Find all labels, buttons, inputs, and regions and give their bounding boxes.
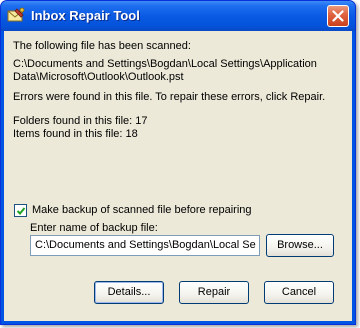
dialog-body: The following file has been scanned: C:\… <box>4 31 352 321</box>
file-path-line-2: Data\Microsoft\Outlook\Outlook.pst <box>13 71 184 83</box>
checkmark-icon <box>16 207 26 215</box>
backup-checkbox[interactable] <box>14 204 27 217</box>
scanned-heading: The following file has been scanned: <box>13 40 191 52</box>
envelope-repair-icon <box>7 7 25 25</box>
folders-found: Folders found in this file: 17 <box>13 115 148 127</box>
backup-checkbox-label[interactable]: Make backup of scanned file before repai… <box>32 204 252 216</box>
window-title: Inbox Repair Tool <box>31 8 140 23</box>
backup-file-input[interactable]: C:\Documents and Settings\Bogdan\Local S… <box>30 235 260 256</box>
errors-message: Errors were found in this file. To repai… <box>13 91 326 103</box>
dialog-window: Inbox Repair Tool The following file has… <box>0 0 356 325</box>
backup-file-label: Enter name of backup file: <box>30 222 158 234</box>
details-button[interactable]: Details... <box>94 281 164 304</box>
close-button[interactable] <box>327 5 349 27</box>
title-bar[interactable]: Inbox Repair Tool <box>1 1 355 31</box>
items-found: Items found in this file: 18 <box>13 128 138 140</box>
close-icon <box>332 10 344 22</box>
repair-button[interactable]: Repair <box>179 281 249 304</box>
cancel-button[interactable]: Cancel <box>264 281 334 304</box>
browse-button[interactable]: Browse... <box>266 234 334 257</box>
file-path-line-1: C:\Documents and Settings\Bogdan\Local S… <box>13 58 317 70</box>
